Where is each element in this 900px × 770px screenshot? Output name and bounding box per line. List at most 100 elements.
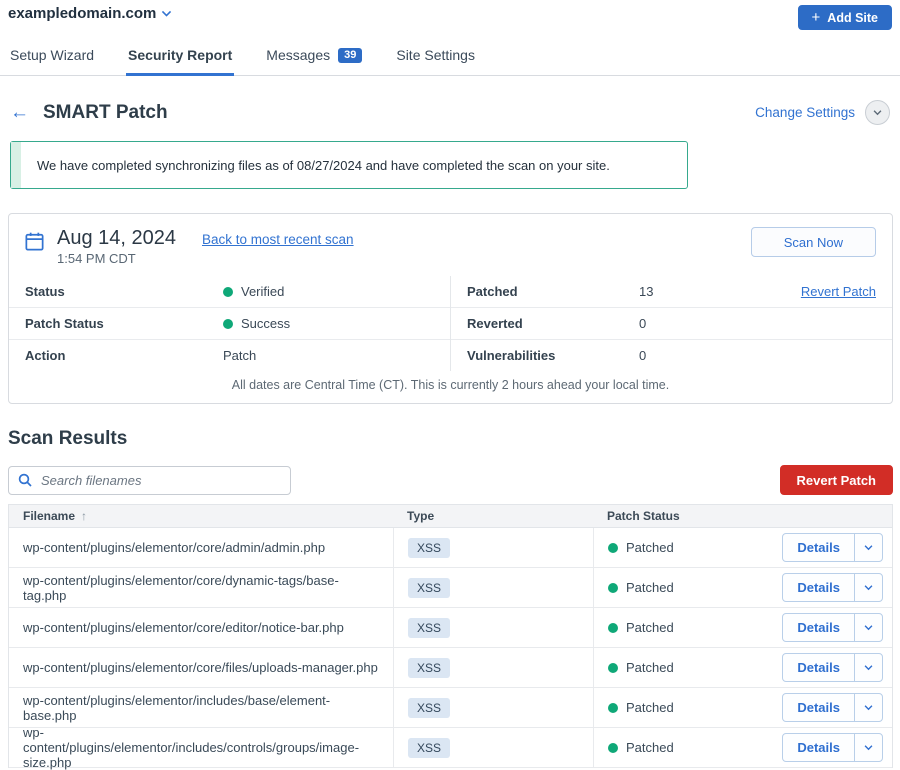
column-header-type[interactable]: Type <box>393 509 593 523</box>
cell-patch-status: Patched Details <box>593 648 892 687</box>
details-dropdown-button[interactable] <box>855 534 882 561</box>
stat-label: Vulnerabilities <box>467 348 639 363</box>
tab-messages[interactable]: Messages 39 <box>264 38 364 76</box>
table-row: wp-content/plugins/elementor/core/editor… <box>9 608 892 648</box>
stat-label: Patched <box>467 284 639 299</box>
scan-date-block: Aug 14, 2024 1:54 PM CDT <box>57 227 176 266</box>
scan-results-controls: Revert Patch <box>8 465 893 495</box>
sync-complete-banner: We have completed synchronizing files as… <box>10 141 688 189</box>
stat-row-patch-status: Patch Status Success <box>9 308 450 340</box>
column-header-filename[interactable]: Filename ↑ <box>9 509 393 523</box>
cell-type: XSS <box>393 528 593 567</box>
table-row: wp-content/plugins/elementor/includes/ba… <box>9 688 892 728</box>
cell-patch-status: Patched Details <box>593 568 892 607</box>
tab-label: Setup Wizard <box>10 47 94 63</box>
stat-value: 0 <box>639 348 646 363</box>
details-dropdown-button[interactable] <box>855 574 882 601</box>
status-dot-green <box>608 583 618 593</box>
details-button[interactable]: Details <box>783 614 855 641</box>
cell-type: XSS <box>393 568 593 607</box>
table-header: Filename ↑ Type Patch Status <box>9 505 892 528</box>
cell-type: XSS <box>393 608 593 647</box>
stat-value: 0 <box>639 316 646 331</box>
patch-status-label: Patched <box>626 740 674 755</box>
stat-row-action: Action Patch <box>9 340 450 371</box>
settings-expand-button[interactable] <box>865 100 890 125</box>
details-split-button: Details <box>782 533 883 562</box>
details-button[interactable]: Details <box>783 694 855 721</box>
tab-label: Site Settings <box>396 47 475 63</box>
status-dot-green <box>608 663 618 673</box>
details-split-button: Details <box>782 613 883 642</box>
change-settings-link[interactable]: Change Settings <box>755 105 855 120</box>
search-input[interactable] <box>8 466 291 495</box>
details-button[interactable]: Details <box>783 574 855 601</box>
back-arrow-icon[interactable]: ← <box>10 103 29 122</box>
stat-label: Reverted <box>467 316 639 331</box>
type-badge: XSS <box>408 738 450 758</box>
status-dot-green <box>608 623 618 633</box>
cell-type: XSS <box>393 728 593 767</box>
table-row: wp-content/plugins/elementor/core/admin/… <box>9 528 892 568</box>
patch-status-label: Patched <box>626 540 674 555</box>
patch-status-label: Patched <box>626 660 674 675</box>
chevron-down-icon <box>160 7 173 20</box>
patch-status-label: Patched <box>626 700 674 715</box>
details-dropdown-button[interactable] <box>855 654 882 681</box>
tab-bar: Setup Wizard Security Report Messages 39… <box>0 38 900 76</box>
type-badge: XSS <box>408 538 450 558</box>
column-label: Type <box>407 509 434 523</box>
details-button[interactable]: Details <box>783 654 855 681</box>
scan-stats-left: Status Verified Patch Status Success Act… <box>9 276 450 371</box>
table-row: wp-content/plugins/elementor/core/dynami… <box>9 568 892 608</box>
scan-now-button[interactable]: Scan Now <box>751 227 876 257</box>
back-to-recent-scan-link[interactable]: Back to most recent scan <box>202 232 354 247</box>
details-button[interactable]: Details <box>783 734 855 761</box>
calendar-icon <box>23 230 46 258</box>
status-dot-green <box>608 543 618 553</box>
cell-filename: wp-content/plugins/elementor/includes/co… <box>9 728 393 767</box>
status-dot-green <box>223 287 233 297</box>
cell-patch-status: Patched Details <box>593 688 892 727</box>
cell-patch-status: Patched Details <box>593 528 892 567</box>
details-split-button: Details <box>782 573 883 602</box>
patch-status-label: Patched <box>626 620 674 635</box>
banner-message: We have completed synchronizing files as… <box>11 158 610 173</box>
type-badge: XSS <box>408 578 450 598</box>
sort-ascending-icon: ↑ <box>81 509 87 523</box>
add-site-button[interactable]: + Add Site <box>798 5 892 30</box>
scan-stats-right: Patched 13 Revert Patch Reverted 0 Vulne… <box>450 276 892 371</box>
revert-patch-button[interactable]: Revert Patch <box>780 465 893 495</box>
cell-type: XSS <box>393 648 593 687</box>
details-dropdown-button[interactable] <box>855 694 882 721</box>
page-title: SMART Patch <box>43 102 168 124</box>
tab-security-report[interactable]: Security Report <box>126 38 234 76</box>
details-dropdown-button[interactable] <box>855 614 882 641</box>
table-row: wp-content/plugins/elementor/core/files/… <box>9 648 892 688</box>
column-header-patch-status[interactable]: Patch Status <box>593 509 892 523</box>
type-badge: XSS <box>408 658 450 678</box>
details-split-button: Details <box>782 693 883 722</box>
details-button[interactable]: Details <box>783 534 855 561</box>
stat-value: 13 <box>639 284 653 299</box>
stat-row-patched: Patched 13 Revert Patch <box>451 276 892 308</box>
table-row: wp-content/plugins/elementor/includes/co… <box>9 728 892 768</box>
timezone-note: All dates are Central Time (CT). This is… <box>9 371 892 403</box>
stat-label: Action <box>25 348 223 363</box>
scan-date: Aug 14, 2024 <box>57 227 176 250</box>
cell-filename: wp-content/plugins/elementor/core/editor… <box>9 608 393 647</box>
revert-patch-link[interactable]: Revert Patch <box>801 284 876 299</box>
details-dropdown-button[interactable] <box>855 734 882 761</box>
column-label: Filename <box>23 509 75 523</box>
cell-filename: wp-content/plugins/elementor/includes/ba… <box>9 688 393 727</box>
tab-site-settings[interactable]: Site Settings <box>394 38 477 76</box>
cell-filename: wp-content/plugins/elementor/core/files/… <box>9 648 393 687</box>
top-bar: exampledomain.com + Add Site <box>0 0 900 32</box>
site-selector[interactable]: exampledomain.com <box>8 5 173 22</box>
tab-label: Messages <box>266 47 330 63</box>
page-heading-row: ← SMART Patch Change Settings <box>10 100 890 125</box>
plus-icon: + <box>812 10 821 25</box>
tab-setup-wizard[interactable]: Setup Wizard <box>8 38 96 76</box>
smart-patch-page: exampledomain.com + Add Site Setup Wizar… <box>0 0 900 710</box>
status-dot-green <box>608 743 618 753</box>
